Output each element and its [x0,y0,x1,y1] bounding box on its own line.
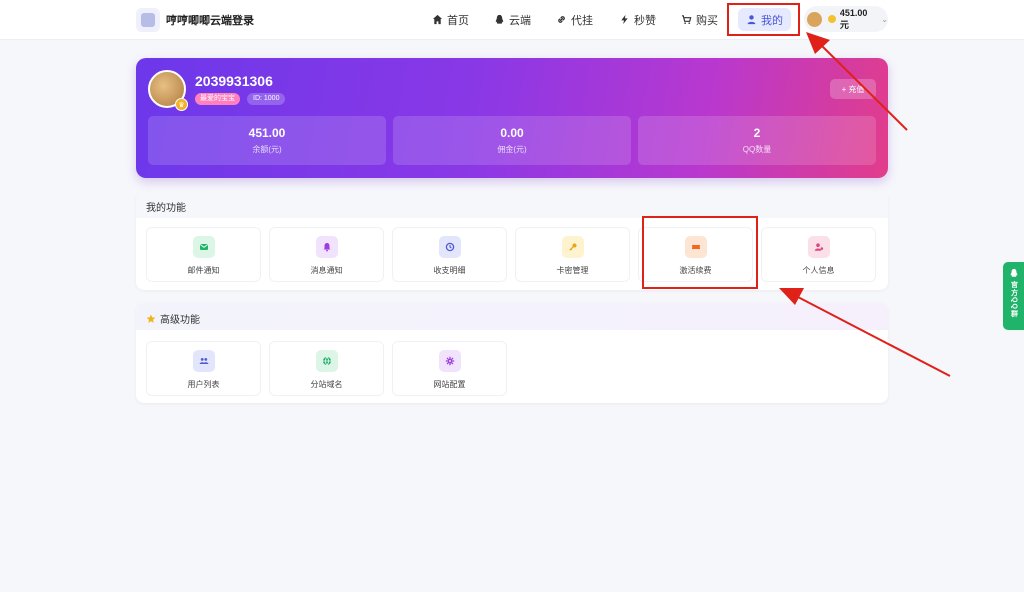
advanced-title: 高级功能 [146,311,200,326]
advanced-section: 高级功能 用户列表 分站域名 网站配置 [136,303,888,403]
home-icon [432,14,443,25]
recharge-label: 充值 [848,84,865,94]
stat-value: 451.00 [248,126,286,140]
key-icon [561,236,584,258]
tile-label: 邮件通知 [187,266,220,275]
stat-label: QQ数量 [742,145,772,154]
tile-label: 个人信息 [802,266,835,275]
profile-username: 2039931306 [195,73,273,89]
link-icon [558,16,565,23]
tile-site-config[interactable]: 网站配置 [392,341,507,396]
nav-buy-label: 购买 [696,14,718,27]
tile-label: 卡密管理 [556,266,589,275]
profile-tag-badge: 最爱的宝宝 [195,93,240,105]
recharge-button[interactable]: + 充值 [830,79,876,99]
qq-icon [1010,268,1017,277]
nav-cloud[interactable]: 云端 [486,8,539,31]
qq-group-label: 官方QQ群 [1010,281,1018,318]
brand-title[interactable]: 哼哼唧唧云端登录 [166,12,254,28]
nav-miaozan-label: 秒赞 [634,14,656,27]
profile-card: ♛ 2039931306 最爱的宝宝 ID: 1000 + 充值 451.00 … [136,58,888,178]
cog-icon [438,350,461,372]
nav-home[interactable]: 首页 [424,8,477,31]
chevron-down-icon: ⌄ [881,14,888,24]
bell-icon [315,236,338,258]
my-functions-section: 我的功能 邮件通知 消息通知 收支明细 卡密管理 激活续费 个人信息 [136,191,888,290]
crown-icon: ♛ [175,98,188,111]
qq-icon [495,14,504,24]
tile-user-list[interactable]: 用户列表 [146,341,261,396]
mail-icon [192,236,215,258]
my-functions-title: 我的功能 [146,203,186,214]
bolt-icon [621,14,628,25]
stat-commission: 0.00 佣金(元) [393,116,631,165]
tile-message-notify[interactable]: 消息通知 [269,227,384,282]
annotation-box-activate [642,216,758,289]
tile-label: 消息通知 [310,266,343,275]
stat-label: 余额(元) [252,145,282,154]
globe-icon [315,350,338,372]
annotation-box-nav [727,3,800,36]
tile-income-detail[interactable]: 收支明细 [392,227,507,282]
history-icon [438,236,461,258]
tile-personal-info[interactable]: 个人信息 [761,227,876,282]
nav-daigua-label: 代挂 [571,14,593,27]
nav-daigua[interactable]: 代挂 [548,8,601,31]
wallet-balance: 451.00元 [839,7,868,30]
tile-label: 用户列表 [187,380,220,389]
avatar [807,11,822,27]
users-icon [192,350,215,372]
stat-balance: 451.00 余额(元) [148,116,386,165]
nav-miaozan[interactable]: 秒赞 [611,8,664,31]
nav-buy[interactable]: 购买 [673,8,726,31]
star-icon [146,314,156,323]
tile-label: 网站配置 [433,380,466,389]
tile-mail-notify[interactable]: 邮件通知 [146,227,261,282]
cart-icon [681,15,692,24]
logo-icon[interactable] [136,8,160,32]
profile-id-badge: ID: 1000 [247,93,286,105]
plus-icon: + [841,84,847,94]
nav-home-label: 首页 [447,14,469,27]
user-cog-icon [807,236,830,258]
tile-label: 分站域名 [310,380,343,389]
stat-value: 0.00 [500,126,524,140]
tile-card-manage[interactable]: 卡密管理 [515,227,630,282]
stat-value: 2 [753,126,761,140]
stat-qq-count: 2 QQ数量 [638,116,876,165]
tile-label: 收支明细 [433,266,466,275]
tile-substation-domain[interactable]: 分站域名 [269,341,384,396]
stat-label: 佣金(元) [497,145,527,154]
nav-cloud-label: 云端 [509,14,531,27]
coin-icon [827,15,836,23]
top-navbar: 哼哼唧唧云端登录 首页 云端 代挂 秒赞 购买 我的 451.00元 ⌄ [0,0,1024,40]
wallet-dropdown[interactable]: 451.00元 ⌄ [804,6,888,32]
qq-group-float-button[interactable]: 官方QQ群 [1003,262,1024,330]
